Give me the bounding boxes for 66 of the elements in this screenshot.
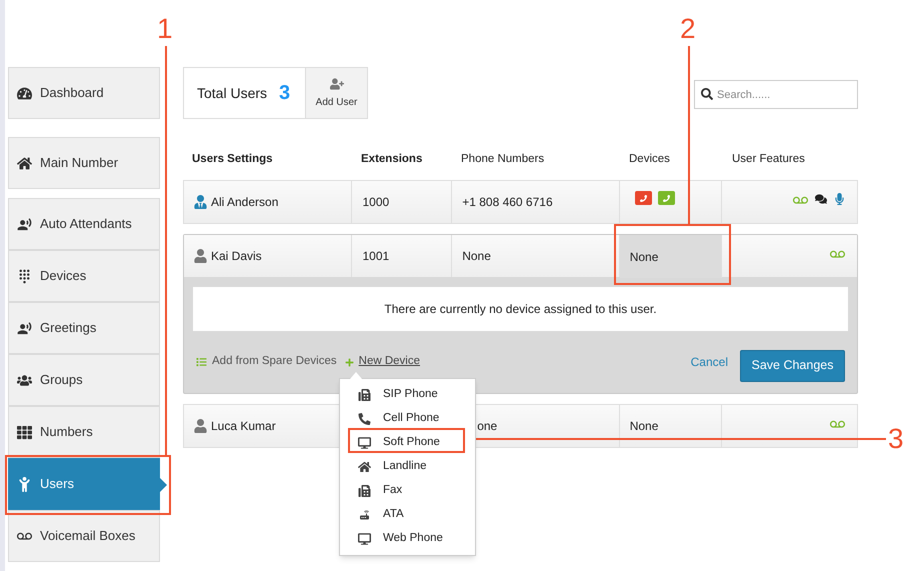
message-panel: There are currently no device assigned to this user. [193,287,848,331]
total-users-count: 3 [279,81,290,106]
menu-item[interactable]: Web Phone [340,528,475,550]
user-icon [194,249,207,263]
phone-icon [358,413,371,425]
table-cell: 1000 [352,181,452,223]
speaking-head-icon [17,320,32,336]
menu-item[interactable]: Landline [340,456,475,478]
plus-icon [344,358,354,366]
menu-item[interactable]: Fax [340,480,475,502]
new-device-link[interactable]: New Device [344,353,420,371]
column-header: Devices [629,153,670,165]
speaking-head-icon [17,216,32,232]
column-header: Phone Numbers [461,153,544,165]
monitor-icon [358,533,371,545]
search-icon [701,88,713,100]
user-name[interactable]: Luca Kumar [211,417,276,435]
table-cell: 1001 [352,235,452,277]
microphone-icon [834,193,845,205]
home-icon [17,156,32,170]
callout-number: 1 [157,14,173,44]
sidebar-item[interactable]: Main Number [8,137,160,189]
keypad-icon [17,268,32,284]
search-field[interactable]: Search...... [694,80,858,109]
user-name[interactable]: Kai Davis [211,247,262,265]
soft-phone-icon[interactable] [634,191,652,205]
user-icon [194,195,207,209]
pointer-icon [159,477,167,493]
table-cell: None [452,235,620,277]
desk-phone-icon [358,389,371,401]
sidebar-item[interactable]: Voicemail Boxes [8,510,160,562]
list-icon-button[interactable]: Add from Spare Devices [196,353,337,371]
table-cell[interactable]: None [620,235,722,278]
save-changes-button[interactable]: Save Changes [740,350,845,382]
column-header: Users Settings [192,153,273,165]
group-icon [17,372,32,388]
total-users-label: Total Users [197,84,268,102]
sidebar-item[interactable]: Dashboard [8,67,160,119]
sidebar-item[interactable]: Greetings [8,302,160,354]
person-icon [17,476,32,492]
grid-icon [17,424,32,440]
callout-number: 3 [888,424,904,454]
column-header: User Features [732,153,805,165]
fax-icon [358,485,371,497]
sidebar-item[interactable]: Devices [8,250,160,302]
menu-item[interactable]: SIP Phone [340,384,475,406]
sidebar-item[interactable]: Auto Attendants [8,198,160,250]
table-cell[interactable]: None [620,405,722,447]
gauge-icon [17,86,32,100]
list-icon [196,357,207,367]
table-cell: +1 808 460 6716 [452,181,620,223]
callout-number: 2 [680,14,696,44]
soft-phone-icon[interactable] [658,191,675,205]
chat-icon [815,193,827,205]
user-name[interactable]: Ali Anderson [211,193,278,211]
user-icon [194,419,207,433]
home-icon [358,461,371,473]
add-user-icon [330,76,344,90]
router-icon [358,509,371,521]
column-header: Extensions [361,153,422,165]
sidebar-item[interactable]: Numbers [8,406,160,458]
monitor-icon [358,437,371,449]
table-cell[interactable] [620,181,722,223]
sidebar-item[interactable]: Groups [8,354,160,406]
add-user-button[interactable]: Add User [305,68,367,118]
menu-item[interactable]: ATA [340,504,475,526]
